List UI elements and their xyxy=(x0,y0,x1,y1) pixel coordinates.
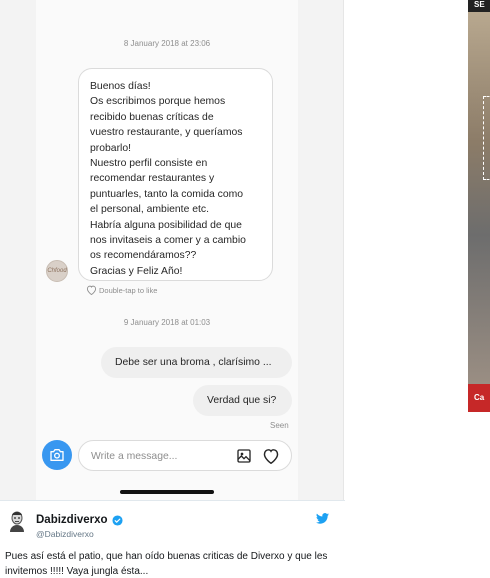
incoming-message-line: puntuarles, tanto la comida como xyxy=(90,188,244,200)
sender-avatar-text: Chfood xyxy=(47,268,67,274)
timestamp-first: 8 January 2018 at 23:06 xyxy=(123,39,211,48)
tweet-divider xyxy=(0,500,345,501)
twitter-bird-icon[interactable] xyxy=(316,513,329,524)
outgoing-message-bubble[interactable]: Verdad que si? xyxy=(193,385,292,416)
tweet-author-name-row[interactable]: Dabizdiverxo xyxy=(36,514,123,526)
incoming-message-line: recomendar restaurantes y xyxy=(90,173,215,185)
heart-icon[interactable] xyxy=(262,448,280,464)
incoming-message-line: Buenos días! xyxy=(90,81,151,92)
incoming-message-line: Gracias y Feliz Año! xyxy=(90,265,183,277)
incoming-message-bubble[interactable]: Buenos días! Os escribimos porque hemos … xyxy=(78,68,273,281)
tweet-author-handle[interactable]: @Dabizdiverxo xyxy=(36,529,94,539)
verified-badge-icon xyxy=(112,514,123,526)
incoming-message-line: Habría alguna posibilidad de que xyxy=(90,219,242,231)
tweet-author-name: Dabizdiverxo xyxy=(36,514,108,526)
outgoing-message-bubble[interactable]: Debe ser una broma , clarísimo ... xyxy=(101,347,292,378)
sender-avatar[interactable]: Chfood xyxy=(46,260,68,282)
tweet-author-avatar[interactable] xyxy=(8,510,26,532)
incoming-message-line: Os escribimos porque hemos xyxy=(90,96,226,108)
camera-button[interactable] xyxy=(42,440,72,470)
gallery-icon[interactable] xyxy=(236,448,252,464)
message-input[interactable] xyxy=(91,447,221,465)
incoming-message-line: os recomendáramos?? xyxy=(90,250,197,262)
right-gutter xyxy=(298,0,344,500)
heart-outline-icon xyxy=(86,285,97,295)
double-tap-label: Double-tap to like xyxy=(99,285,158,295)
outgoing-message-text: Verdad que si? xyxy=(207,395,277,406)
seen-label: Seen xyxy=(270,421,289,430)
media-card-dashed-frame xyxy=(483,96,490,180)
camera-icon xyxy=(50,448,64,461)
tweet-text: Pues así está el patio, que han oído bue… xyxy=(5,551,328,577)
message-composer[interactable] xyxy=(78,440,292,471)
media-card-top-label: SE xyxy=(468,0,490,12)
timestamp-second: 9 January 2018 at 01:03 xyxy=(123,318,211,327)
left-gutter xyxy=(0,0,36,500)
media-card-image xyxy=(468,12,490,384)
incoming-message-line: nos invitaseis a comer y a cambio xyxy=(90,235,246,247)
incoming-message-line: vuestro restaurante, y queríamos xyxy=(90,127,243,139)
incoming-message-line: recibido buenas críticas de xyxy=(90,111,214,123)
incoming-message-line: el personal, ambiente etc. xyxy=(90,204,209,216)
incoming-message-line: probarlo! xyxy=(90,142,132,154)
double-tap-like-row[interactable]: Double-tap to like xyxy=(86,285,157,295)
media-card-bottom-label: Ca xyxy=(468,384,490,412)
home-indicator xyxy=(120,490,214,494)
avatar-face-icon xyxy=(10,511,24,532)
outgoing-message-text: Debe ser una broma , clarísimo ... xyxy=(115,357,272,368)
incoming-message-line: Nuestro perfil consiste en xyxy=(90,158,208,170)
media-card[interactable]: SE Ca xyxy=(468,0,490,412)
